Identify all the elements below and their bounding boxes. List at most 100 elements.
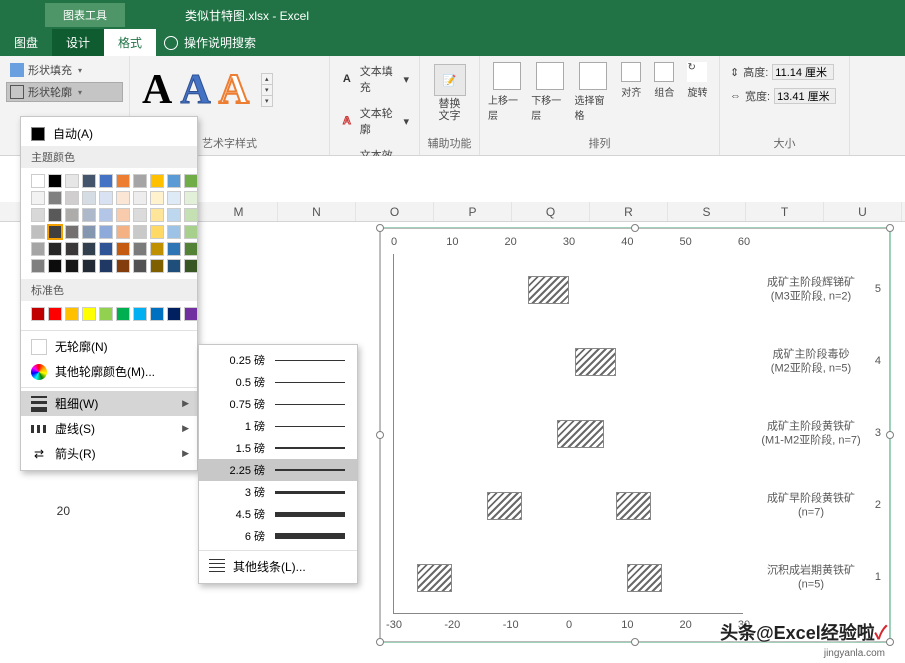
color-swatch[interactable] bbox=[133, 208, 147, 222]
chart-bar[interactable] bbox=[528, 276, 569, 304]
color-swatch[interactable] bbox=[31, 307, 45, 321]
color-swatch[interactable] bbox=[150, 225, 164, 239]
color-swatch[interactable] bbox=[31, 242, 45, 256]
column-header[interactable]: R bbox=[590, 202, 668, 221]
weight-option[interactable]: 1 磅 bbox=[199, 415, 357, 437]
dashes-item[interactable]: 虚线(S) ▶ bbox=[21, 416, 197, 441]
color-swatch[interactable] bbox=[167, 174, 181, 188]
color-swatch[interactable] bbox=[150, 259, 164, 273]
color-swatch[interactable] bbox=[167, 225, 181, 239]
weight-option[interactable]: 1.5 磅 bbox=[199, 437, 357, 459]
color-swatch[interactable] bbox=[150, 174, 164, 188]
color-swatch[interactable] bbox=[116, 225, 130, 239]
bring-forward-button[interactable]: 上移一层 bbox=[486, 60, 527, 124]
color-swatch[interactable] bbox=[31, 225, 45, 239]
color-swatch[interactable] bbox=[184, 307, 198, 321]
color-swatch[interactable] bbox=[116, 191, 130, 205]
chart-bar[interactable] bbox=[627, 564, 662, 592]
resize-handle[interactable] bbox=[631, 224, 639, 232]
color-swatch[interactable] bbox=[99, 174, 113, 188]
color-swatch[interactable] bbox=[99, 242, 113, 256]
color-swatch[interactable] bbox=[82, 307, 96, 321]
color-swatch[interactable] bbox=[31, 208, 45, 222]
wordart-style-2[interactable]: A bbox=[180, 66, 210, 114]
color-swatch[interactable] bbox=[82, 225, 96, 239]
weight-option[interactable]: 6 磅 bbox=[199, 525, 357, 547]
weight-option[interactable]: 3 磅 bbox=[199, 481, 357, 503]
column-header[interactable]: M bbox=[200, 202, 278, 221]
color-swatch[interactable] bbox=[133, 225, 147, 239]
color-swatch[interactable] bbox=[116, 208, 130, 222]
wordart-style-1[interactable]: A bbox=[142, 66, 172, 114]
column-header[interactable]: T bbox=[746, 202, 824, 221]
group-button[interactable]: 组合 bbox=[649, 60, 680, 124]
color-swatch[interactable] bbox=[167, 191, 181, 205]
color-swatch[interactable] bbox=[82, 242, 96, 256]
chart-bar[interactable] bbox=[487, 492, 522, 520]
cell-value[interactable]: 20 bbox=[30, 504, 70, 548]
tab-design[interactable]: 设计 bbox=[52, 29, 104, 56]
column-header[interactable]: Q bbox=[512, 202, 590, 221]
rotate-button[interactable]: ↻旋转 bbox=[682, 60, 713, 124]
color-swatch[interactable] bbox=[116, 242, 130, 256]
color-swatch[interactable] bbox=[48, 307, 62, 321]
weight-option[interactable]: 0.5 磅 bbox=[199, 371, 357, 393]
column-header[interactable]: N bbox=[278, 202, 356, 221]
color-swatch[interactable] bbox=[65, 259, 79, 273]
tab-home[interactable]: 图盘 bbox=[0, 29, 52, 56]
color-swatch[interactable] bbox=[150, 307, 164, 321]
color-swatch[interactable] bbox=[82, 174, 96, 188]
color-swatch[interactable] bbox=[133, 174, 147, 188]
column-header[interactable]: P bbox=[434, 202, 512, 221]
color-swatch[interactable] bbox=[48, 174, 62, 188]
color-swatch[interactable] bbox=[133, 191, 147, 205]
color-swatch[interactable] bbox=[65, 307, 79, 321]
selection-pane-button[interactable]: 选择窗格 bbox=[573, 60, 614, 124]
auto-color-item[interactable]: 自动(A) bbox=[21, 121, 197, 146]
resize-handle[interactable] bbox=[376, 638, 384, 646]
color-swatch[interactable] bbox=[116, 307, 130, 321]
resize-handle[interactable] bbox=[886, 431, 894, 439]
text-outline-button[interactable]: A文本轮廓▾ bbox=[336, 102, 413, 140]
resize-handle[interactable] bbox=[886, 638, 894, 646]
chart-bar[interactable] bbox=[575, 348, 616, 376]
shape-outline-button[interactable]: 形状轮廓▾ bbox=[6, 82, 123, 102]
weight-option[interactable]: 4.5 磅 bbox=[199, 503, 357, 525]
column-header[interactable]: O bbox=[356, 202, 434, 221]
color-swatch[interactable] bbox=[167, 242, 181, 256]
wordart-style-3[interactable]: A bbox=[219, 66, 249, 114]
color-swatch[interactable] bbox=[150, 242, 164, 256]
color-swatch[interactable] bbox=[99, 191, 113, 205]
resize-handle[interactable] bbox=[376, 431, 384, 439]
color-swatch[interactable] bbox=[65, 174, 79, 188]
text-fill-button[interactable]: A文本填充▾ bbox=[336, 60, 413, 98]
width-input[interactable] bbox=[774, 88, 836, 104]
wordart-gallery[interactable]: A A A ▴▾▾ bbox=[136, 60, 323, 114]
color-swatch[interactable] bbox=[184, 208, 198, 222]
color-swatch[interactable] bbox=[99, 225, 113, 239]
arrows-item[interactable]: ⇄ 箭头(R) ▶ bbox=[21, 441, 197, 466]
color-swatch[interactable] bbox=[65, 191, 79, 205]
color-swatch[interactable] bbox=[167, 259, 181, 273]
color-swatch[interactable] bbox=[48, 208, 62, 222]
color-swatch[interactable] bbox=[116, 174, 130, 188]
color-swatch[interactable] bbox=[150, 191, 164, 205]
color-swatch[interactable] bbox=[99, 208, 113, 222]
tell-me[interactable]: 操作说明搜索 bbox=[164, 29, 256, 56]
color-swatch[interactable] bbox=[31, 259, 45, 273]
chart-object[interactable]: 0102030405060-30-20-10010203012345成矿主阶段辉… bbox=[380, 228, 890, 642]
height-input[interactable] bbox=[772, 64, 834, 80]
color-swatch[interactable] bbox=[184, 259, 198, 273]
color-swatch[interactable] bbox=[133, 242, 147, 256]
weight-option[interactable]: 0.25 磅 bbox=[199, 349, 357, 371]
color-swatch[interactable] bbox=[184, 242, 198, 256]
color-swatch[interactable] bbox=[65, 208, 79, 222]
align-button[interactable]: 对齐 bbox=[616, 60, 647, 124]
chart-bar[interactable] bbox=[557, 420, 604, 448]
color-swatch[interactable] bbox=[99, 307, 113, 321]
color-swatch[interactable] bbox=[150, 208, 164, 222]
weight-option[interactable]: 2.25 磅 bbox=[199, 459, 357, 481]
color-swatch[interactable] bbox=[184, 174, 198, 188]
shape-fill-button[interactable]: 形状填充▾ bbox=[6, 60, 123, 80]
no-outline-item[interactable]: 无轮廓(N) bbox=[21, 334, 197, 359]
